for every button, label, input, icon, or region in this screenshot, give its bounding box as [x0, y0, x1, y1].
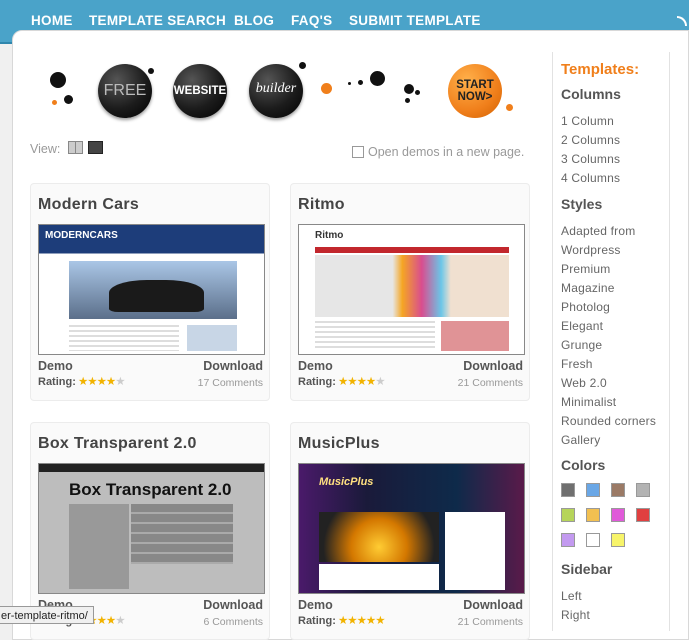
comments-link[interactable]: 17 Comments [198, 377, 263, 389]
template-thumbnail[interactable]: MusicPlus [298, 463, 525, 594]
thumbnail-logo: MODERNCARS [45, 230, 118, 241]
rating-label: Rating: [298, 615, 336, 627]
builder-badge: builder [249, 64, 303, 118]
free-badge: FREE [98, 64, 152, 118]
template-title[interactable]: Modern Cars [38, 196, 139, 214]
template-thumbnail[interactable]: MODERNCARS [38, 224, 265, 355]
filter-2-columns[interactable]: 2 Columns [561, 133, 620, 147]
comments-link[interactable]: 6 Comments [203, 616, 263, 628]
template-card: Ritmo Ritmo Demo Download Rating: ★★★★★ … [290, 183, 530, 401]
decor-dot [148, 68, 154, 74]
filter-4-columns[interactable]: 4 Columns [561, 171, 620, 185]
filter-style[interactable]: Premium [561, 262, 610, 276]
start-label: START [456, 79, 494, 91]
decor-dot [348, 82, 351, 85]
filter-style[interactable]: Fresh [561, 357, 593, 371]
decor-dot [52, 100, 57, 105]
filter-1-column[interactable]: 1 Column [561, 114, 614, 128]
decor-dot [415, 90, 420, 95]
decor-dot [358, 80, 363, 85]
grid-view-icon[interactable] [68, 141, 83, 154]
template-card: MusicPlus MusicPlus Demo Download Rating… [290, 422, 530, 640]
decor-dot [50, 72, 66, 88]
sidebar-heading: Sidebar [561, 561, 613, 577]
list-view-icon[interactable] [88, 141, 103, 154]
decor-dot [506, 104, 513, 111]
styles-heading: Styles [561, 196, 603, 212]
rating-stars: ★★★★★ [338, 615, 386, 627]
demo-link[interactable]: Demo [298, 359, 333, 373]
nav-submit-template-link[interactable]: SUBMIT TEMPLATE [349, 13, 481, 28]
thumbnail-logo: MusicPlus [319, 476, 374, 488]
filter-style[interactable]: Magazine [561, 281, 615, 295]
rating-label: Rating: [38, 376, 76, 388]
filter-style[interactable]: Grunge [561, 338, 602, 352]
color-swatch[interactable] [636, 483, 650, 497]
template-card: Modern Cars MODERNCARS Demo Download Rat… [30, 183, 270, 401]
filter-style[interactable]: Minimalist [561, 395, 616, 409]
rss-icon[interactable] [677, 16, 687, 26]
view-label: View: [30, 142, 61, 156]
filter-style[interactable]: Gallery [561, 433, 600, 447]
decor-dot [321, 83, 332, 94]
filter-3-columns[interactable]: 3 Columns [561, 152, 620, 166]
open-new-page-checkbox[interactable] [352, 146, 364, 158]
decor-dot [405, 98, 410, 103]
nav-home-link[interactable]: HOME [31, 13, 73, 28]
color-swatch[interactable] [561, 483, 575, 497]
color-swatch[interactable] [561, 508, 575, 522]
filter-style[interactable]: Rounded corners [561, 414, 656, 428]
rating-label: Rating: [298, 376, 336, 388]
template-title[interactable]: Ritmo [298, 196, 345, 214]
color-swatch[interactable] [636, 508, 650, 522]
template-title[interactable]: MusicPlus [298, 435, 380, 453]
filter-style[interactable]: Wordpress [561, 243, 621, 257]
filter-sidebar-left[interactable]: Left [561, 589, 582, 603]
decor-dot [404, 84, 414, 94]
open-new-page-label: Open demos in a new page. [368, 145, 525, 159]
demo-link[interactable]: Demo [38, 359, 73, 373]
comments-link[interactable]: 21 Comments [458, 616, 523, 628]
decor-dot [370, 71, 385, 86]
color-swatch[interactable] [611, 533, 625, 547]
filter-style[interactable]: Web 2.0 [561, 376, 607, 390]
demo-link[interactable]: Demo [298, 598, 333, 612]
color-swatch[interactable] [611, 508, 625, 522]
promo-banner[interactable]: FREE WEBSITE builder START NOW> [40, 60, 520, 130]
filter-style[interactable]: Photolog [561, 300, 610, 314]
sidebar-title: Templates: [561, 61, 640, 78]
color-swatch[interactable] [586, 508, 600, 522]
decor-dot [299, 62, 306, 69]
start-now-button[interactable]: START NOW> [448, 64, 502, 118]
color-swatch[interactable] [561, 533, 575, 547]
colors-heading: Colors [561, 457, 606, 473]
filter-style[interactable]: Elegant [561, 319, 603, 333]
decor-dot [64, 95, 73, 104]
download-link[interactable]: Download [463, 359, 523, 373]
template-thumbnail[interactable]: Box Transparent 2.0 [38, 463, 265, 594]
template-thumbnail[interactable]: Ritmo [298, 224, 525, 355]
color-swatch[interactable] [611, 483, 625, 497]
rating-stars: ★★★★★ [78, 376, 126, 388]
template-filter-sidebar: Templates: Columns 1 Column 2 Columns 3 … [552, 52, 670, 631]
nav-blog-link[interactable]: BLOG [234, 13, 274, 28]
thumbnail-logo: Ritmo [315, 230, 344, 241]
color-swatch[interactable] [586, 533, 600, 547]
filter-style[interactable]: Adapted from [561, 224, 635, 238]
template-title[interactable]: Box Transparent 2.0 [38, 435, 197, 453]
comments-link[interactable]: 21 Comments [458, 377, 523, 389]
columns-heading: Columns [561, 86, 621, 102]
download-link[interactable]: Download [463, 598, 523, 612]
thumbnail-logo: Box Transparent 2.0 [69, 480, 232, 499]
download-link[interactable]: Download [203, 359, 263, 373]
rating-stars: ★★★★★ [338, 376, 386, 388]
nav-faq-link[interactable]: FAQ'S [291, 13, 332, 28]
now-label: NOW> [457, 91, 493, 103]
download-link[interactable]: Download [203, 598, 263, 612]
filter-sidebar-right[interactable]: Right [561, 608, 590, 622]
nav-template-search-link[interactable]: TEMPLATE SEARCH [89, 13, 226, 28]
color-swatch[interactable] [586, 483, 600, 497]
website-badge: WEBSITE [173, 64, 227, 118]
browser-status-url: er-template-ritmo/ [0, 606, 94, 624]
